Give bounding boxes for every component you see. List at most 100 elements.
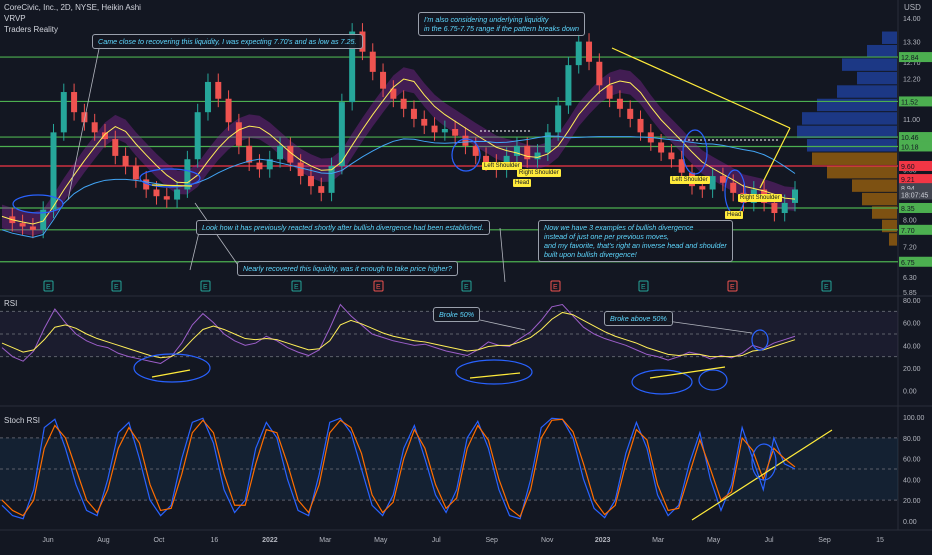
candle-body	[452, 128, 459, 136]
candle-body	[421, 118, 428, 126]
vrvp-bar	[867, 44, 897, 58]
candle-body	[627, 108, 634, 119]
price-level-badge-label: 8.35	[901, 206, 915, 213]
candle-body	[318, 186, 325, 193]
earnings-marker-label: E	[464, 284, 469, 291]
candle-body	[307, 176, 314, 187]
candle-body	[606, 85, 613, 99]
candle-body	[132, 165, 139, 180]
candle-body	[586, 41, 593, 62]
candle-body	[297, 162, 304, 177]
annotation-nearly-recovered-note[interactable]: Nearly recovered this liquidity, was it …	[237, 261, 458, 276]
chart-canvas[interactable]: EEEEEEEEEE 5.856.307.208.008.709.5010.40…	[0, 0, 932, 550]
annotation-previous-reaction-note[interactable]: Look how it has previously reacted short…	[196, 220, 490, 235]
price-tick-label: 13.30	[903, 40, 921, 47]
time-tick-label: Jun	[42, 537, 53, 544]
pattern-label-right-shoulder-1: Right Shoulder	[517, 169, 561, 177]
time-tick-label: 2022	[262, 537, 278, 544]
candle-body	[400, 98, 407, 109]
candle-body	[555, 105, 562, 133]
stoch-tick-label: 80.00	[903, 436, 921, 443]
candle-body	[730, 182, 737, 193]
candle-body	[431, 125, 438, 133]
annotation-broke-above-50-note[interactable]: Broke above 50%	[604, 311, 673, 326]
stoch-tick-label: 0.00	[903, 519, 917, 526]
price-tick-label: 14.00	[903, 16, 921, 23]
price-level-badge-label: 12.84	[901, 55, 919, 62]
rsi-tick-label: 60.00	[903, 321, 921, 328]
vrvp-bar	[842, 58, 897, 71]
price-tick-label: 5.85	[903, 290, 917, 297]
stoch-tick-label: 100.00	[903, 415, 925, 422]
annotation-bullish-divergence-note[interactable]: Now we have 3 examples of bullish diverg…	[538, 220, 733, 262]
candle-body	[153, 189, 160, 197]
candle-body	[699, 186, 706, 190]
candle-body	[719, 176, 726, 183]
candle-body	[112, 139, 119, 156]
rsi-tick-label: 20.00	[903, 366, 921, 373]
time-tick-label: Mar	[319, 537, 332, 544]
earnings-marker-label: E	[553, 284, 558, 291]
candle-body	[668, 152, 675, 160]
indicator-traders-reality-label[interactable]: Traders Reality	[4, 25, 58, 34]
earnings-marker-label: E	[730, 284, 735, 291]
chart-title: CoreCivic, Inc., 2D, NYSE, Heikin Ashi	[4, 3, 141, 12]
candle-body	[709, 176, 716, 190]
rsi-pane-label[interactable]: RSI	[4, 299, 17, 308]
candle-body	[204, 81, 211, 113]
candle-body	[781, 202, 788, 214]
rsi-tick-label: 80.00	[903, 298, 921, 305]
annotation-broke-50-note[interactable]: Broke 50%	[433, 307, 481, 322]
stoch-tick-label: 20.00	[903, 498, 921, 505]
candle-body	[513, 145, 520, 156]
candle-body	[163, 196, 170, 200]
time-tick-label: Aug	[97, 537, 110, 544]
candle-body	[462, 135, 469, 146]
candle-body	[771, 202, 778, 214]
candle-body	[277, 145, 284, 160]
vrvp-bar	[817, 98, 897, 112]
indicator-vrvp-label[interactable]: VRVP	[4, 14, 26, 23]
annotation-underlying-liquidity-note[interactable]: I'm also considering underlying liquidit…	[418, 12, 586, 36]
pattern-label-left-shoulder-1: Left Shoulder	[482, 162, 522, 170]
candle-body	[596, 61, 603, 86]
candle-body	[410, 108, 417, 119]
candle-body	[256, 162, 263, 170]
pattern-label-right-shoulder-2: Right Shoulder	[738, 194, 782, 202]
price-level-badge-label: 9.21	[901, 177, 915, 184]
candle-body	[380, 71, 387, 89]
vrvp-bar	[802, 112, 897, 125]
pattern-label-head-1: Head	[513, 179, 532, 187]
price-level-badge-label: 10.46	[901, 135, 919, 142]
price-level-badge-label: 11.52	[901, 99, 918, 106]
time-tick-label: Sep	[485, 537, 498, 544]
candle-body	[194, 112, 201, 160]
candle-body	[91, 122, 98, 133]
candle-body	[616, 98, 623, 109]
chart-root: EEEEEEEEEE 5.856.307.208.008.709.5010.40…	[0, 0, 932, 550]
candle-body	[338, 102, 345, 166]
price-tick-label: 6.30	[903, 275, 917, 282]
vrvp-bar	[882, 31, 897, 44]
candle-body	[60, 92, 67, 133]
candle-body	[637, 118, 644, 133]
stoch-tick-label: 40.00	[903, 477, 921, 484]
vrvp-bar	[857, 71, 897, 85]
vrvp-bar	[827, 165, 897, 179]
earnings-marker-label: E	[824, 284, 829, 291]
earnings-marker-label: E	[376, 284, 381, 291]
time-tick-label: 2023	[595, 537, 611, 544]
earnings-marker-label: E	[114, 284, 119, 291]
time-tick-label: Jul	[432, 537, 441, 544]
time-tick-label: May	[374, 537, 388, 544]
candle-body	[122, 155, 129, 166]
annotation-liquidity-note[interactable]: Came close to recovering this liquidity,…	[92, 34, 363, 49]
stoch-rsi-pane-label[interactable]: Stoch RSI	[4, 416, 40, 425]
rsi-tick-label: 0.00	[903, 389, 917, 396]
price-level-badge-label: 18:07:45	[901, 193, 928, 200]
candle-body	[524, 145, 531, 160]
time-tick-label: Sep	[818, 537, 831, 544]
price-tick-label: 12.20	[903, 77, 921, 84]
candle-body	[575, 41, 582, 66]
price-tick-label: 11.00	[903, 117, 920, 124]
